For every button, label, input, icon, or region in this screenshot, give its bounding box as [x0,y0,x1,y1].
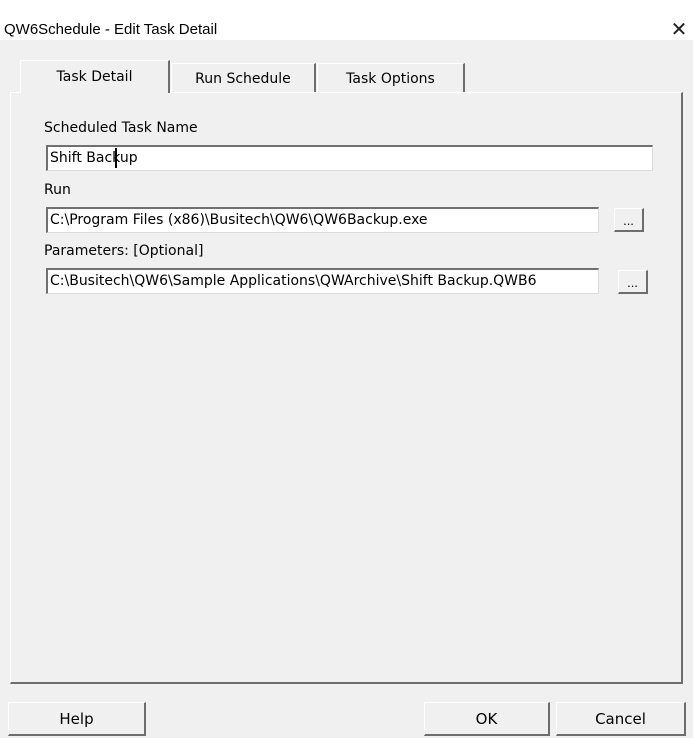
tab-run-schedule[interactable]: Run Schedule [171,63,316,93]
run-value: C:\Program Files (x86)\Busitech\QW6\QW6B… [50,212,428,228]
window-title: QW6Schedule - Edit Task Detail [4,21,218,38]
parameters-field[interactable]: C:\Busitech\QW6\Sample Applications\QWAr… [46,268,599,294]
task-name-label: Scheduled Task Name [44,120,198,136]
run-browse-button[interactable]: ... [614,208,644,232]
dialog-client-area: Task Detail Run Schedule Task Options Sc… [0,40,693,738]
tab-task-options[interactable]: Task Options [317,63,465,93]
parameters-label: Parameters: [Optional] [44,243,204,259]
text-cursor-icon [115,148,117,168]
cancel-button[interactable]: Cancel [556,702,686,736]
close-icon[interactable]: ✕ [665,18,693,41]
tab-panel-task-detail: Scheduled Task Name Shift Backup Run C:\… [10,92,683,684]
parameters-value: C:\Busitech\QW6\Sample Applications\QWAr… [50,273,537,289]
task-name-field[interactable]: Shift Backup [46,145,653,171]
run-label: Run [44,182,71,198]
run-field[interactable]: C:\Program Files (x86)\Busitech\QW6\QW6B… [46,207,599,233]
help-button[interactable]: Help [8,702,146,736]
title-bar: QW6Schedule - Edit Task Detail ✕ [0,0,693,41]
ok-button[interactable]: OK [424,702,550,736]
task-name-value: Shift Backup [50,150,138,166]
parameters-browse-button[interactable]: ... [618,270,648,294]
tab-task-detail[interactable]: Task Detail [20,60,170,93]
